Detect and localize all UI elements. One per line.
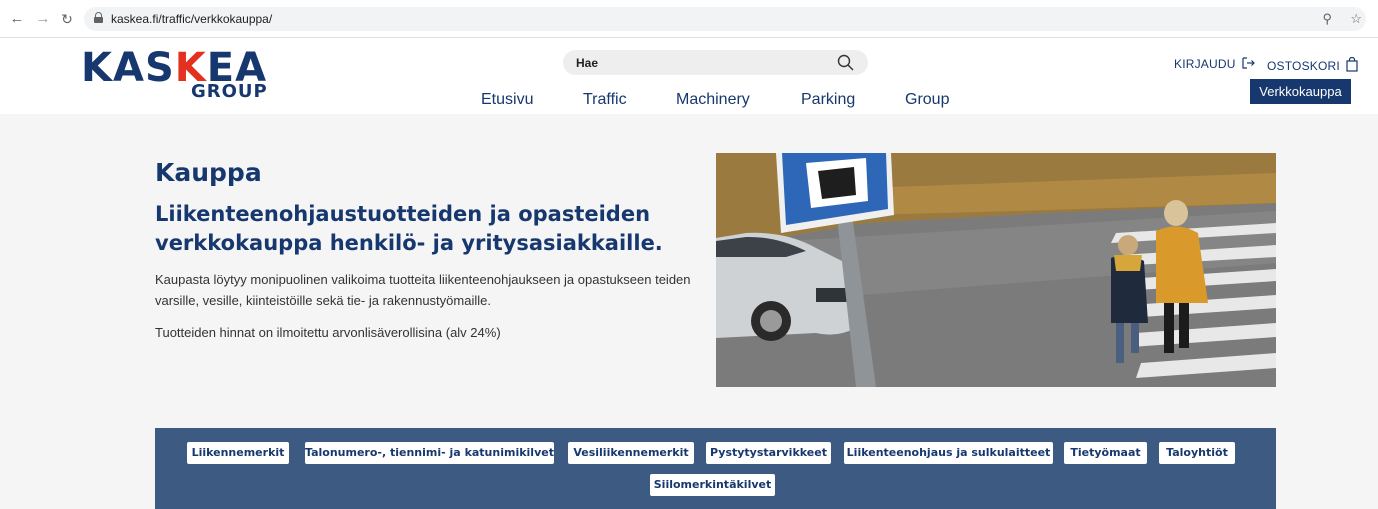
category-liikennemerkit[interactable]: Liikennemerkit <box>187 442 289 464</box>
vat-note: Tuotteiden hinnat on ilmoitettu arvonlis… <box>155 325 501 340</box>
search-input[interactable] <box>563 50 823 75</box>
address-bar[interactable]: kaskea.fi/traffic/verkkokauppa/ ⚲ ☆ <box>84 7 1366 31</box>
nav-machinery[interactable]: Machinery <box>676 90 750 110</box>
shopping-bag-icon <box>1346 56 1359 72</box>
search-icon[interactable] <box>837 54 854 71</box>
nav-group[interactable]: Group <box>905 90 949 110</box>
nav-etusivu[interactable]: Etusivu <box>481 90 533 110</box>
login-link[interactable]: KIRJAUDU <box>1174 57 1256 71</box>
page-subtitle: Liikenteenohjaustuotteiden ja opasteiden… <box>155 202 663 255</box>
verkkokauppa-button[interactable]: Verkkokauppa <box>1250 79 1351 104</box>
category-tietyomaat[interactable]: Tietyömaat <box>1064 442 1147 464</box>
login-icon <box>1242 57 1256 69</box>
arrow-left-icon[interactable]: ← <box>8 10 26 28</box>
kaskea-logo[interactable]: KASKEA GROUP <box>81 46 281 106</box>
category-siilomerkintakilvet[interactable]: Siilomerkintäkilvet <box>650 474 775 496</box>
login-label: KIRJAUDU <box>1174 57 1236 71</box>
cart-label: OSTOSKORI <box>1267 59 1340 73</box>
intro-paragraph: Kaupasta löytyy monipuolinen valikoima t… <box>155 272 691 308</box>
category-liikenteenohjaus[interactable]: Liikenteenohjaus ja sulkulaitteet <box>844 442 1053 464</box>
site-header: KASKEA GROUP Etusivu Traffic Machinery P… <box>0 38 1378 114</box>
star-icon[interactable]: ☆ <box>1350 11 1362 27</box>
logo-group-text: GROUP <box>191 81 268 102</box>
category-taloyhtiot[interactable]: Taloyhtiöt <box>1159 442 1235 464</box>
cart-link[interactable]: OSTOSKORI <box>1267 56 1359 73</box>
url-text[interactable]: kaskea.fi/traffic/verkkokauppa/ <box>111 12 272 26</box>
nav-traffic[interactable]: Traffic <box>583 90 627 110</box>
browser-toolbar: ← → ↻ kaskea.fi/traffic/verkkokauppa/ ⚲ … <box>0 0 1378 38</box>
crosswalk-photo <box>716 153 1276 387</box>
search-box <box>563 50 868 75</box>
category-band: Liikennemerkit Talonumero-, tiennimi- ja… <box>155 428 1276 509</box>
page-title: Kauppa <box>155 158 262 187</box>
arrow-right-icon[interactable]: → <box>34 10 52 28</box>
category-pystytystarvikkeet[interactable]: Pystytystarvikkeet <box>706 442 831 464</box>
nav-parking[interactable]: Parking <box>801 90 855 110</box>
category-vesiliikennemerkit[interactable]: Vesiliikennemerkit <box>568 442 694 464</box>
lock-icon <box>94 12 103 23</box>
zoom-icon[interactable]: ⚲ <box>1322 11 1332 27</box>
hero-section: Kauppa Liikenteenohjaustuotteiden ja opa… <box>0 114 1378 509</box>
reload-icon[interactable]: ↻ <box>58 10 76 28</box>
category-talonumero[interactable]: Talonumero-, tiennimi- ja katunimikilvet <box>305 442 554 464</box>
